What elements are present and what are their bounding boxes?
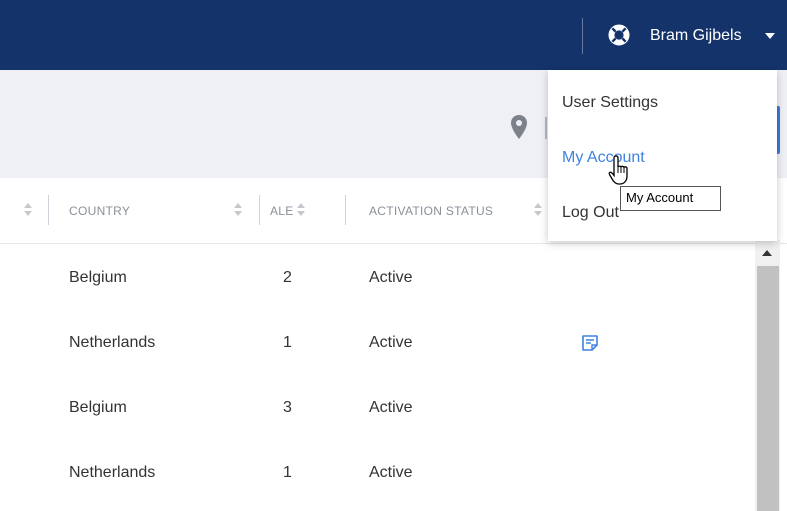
map-pin-icon bbox=[511, 115, 527, 139]
chevron-up-icon bbox=[762, 250, 772, 256]
cell-alerts: 1 bbox=[283, 464, 292, 481]
column-divider bbox=[259, 195, 260, 225]
table-row[interactable]: Netherlands 1 Active bbox=[0, 439, 755, 504]
user-menu: User Settings My Account Log Out bbox=[548, 70, 777, 241]
cell-country: Netherlands bbox=[69, 464, 156, 481]
tooltip: My Account bbox=[620, 186, 721, 211]
cell-country: Belgium bbox=[69, 269, 127, 286]
navbar-separator bbox=[582, 18, 583, 54]
cell-country: Belgium bbox=[69, 399, 127, 416]
cell-status: Active bbox=[369, 269, 413, 286]
column-header-country[interactable]: COUNTRY bbox=[69, 204, 130, 218]
cell-country: Netherlands bbox=[69, 334, 156, 351]
column-divider bbox=[345, 195, 346, 225]
menu-item-log-out[interactable]: Log Out bbox=[562, 204, 619, 222]
lifebuoy-icon[interactable] bbox=[607, 23, 631, 47]
cell-status: Active bbox=[369, 399, 413, 416]
sort-icon[interactable] bbox=[234, 203, 243, 217]
scrollbar-thumb[interactable] bbox=[757, 266, 779, 511]
top-navbar: Bram Gijbels bbox=[0, 0, 787, 70]
cell-alerts: 1 bbox=[283, 334, 292, 351]
sort-icon[interactable] bbox=[297, 203, 306, 217]
cell-alerts: 3 bbox=[283, 399, 292, 416]
caret-down-icon[interactable] bbox=[765, 33, 775, 39]
table-row[interactable]: Belgium 3 Active bbox=[0, 374, 755, 439]
cell-status: Active bbox=[369, 464, 413, 481]
cell-alerts: 2 bbox=[283, 269, 292, 286]
sort-icon[interactable] bbox=[24, 203, 33, 217]
column-header-activation-status[interactable]: ACTIVATION STATUS bbox=[369, 204, 493, 218]
user-name[interactable]: Bram Gijbels bbox=[650, 27, 742, 45]
location-field-edge[interactable] bbox=[545, 117, 547, 139]
column-divider bbox=[48, 195, 49, 225]
note-icon[interactable] bbox=[581, 334, 599, 352]
cell-status: Active bbox=[369, 334, 413, 351]
sort-icon[interactable] bbox=[534, 203, 543, 217]
column-header-alerts[interactable]: ALERTS bbox=[270, 204, 294, 218]
table-row[interactable]: Netherlands 1 Active bbox=[0, 309, 755, 374]
menu-item-user-settings[interactable]: User Settings bbox=[562, 94, 658, 112]
hand-pointer-icon bbox=[608, 155, 628, 185]
scroll-up-button[interactable] bbox=[755, 244, 780, 264]
table-row[interactable]: Belgium 2 Active bbox=[0, 244, 755, 309]
